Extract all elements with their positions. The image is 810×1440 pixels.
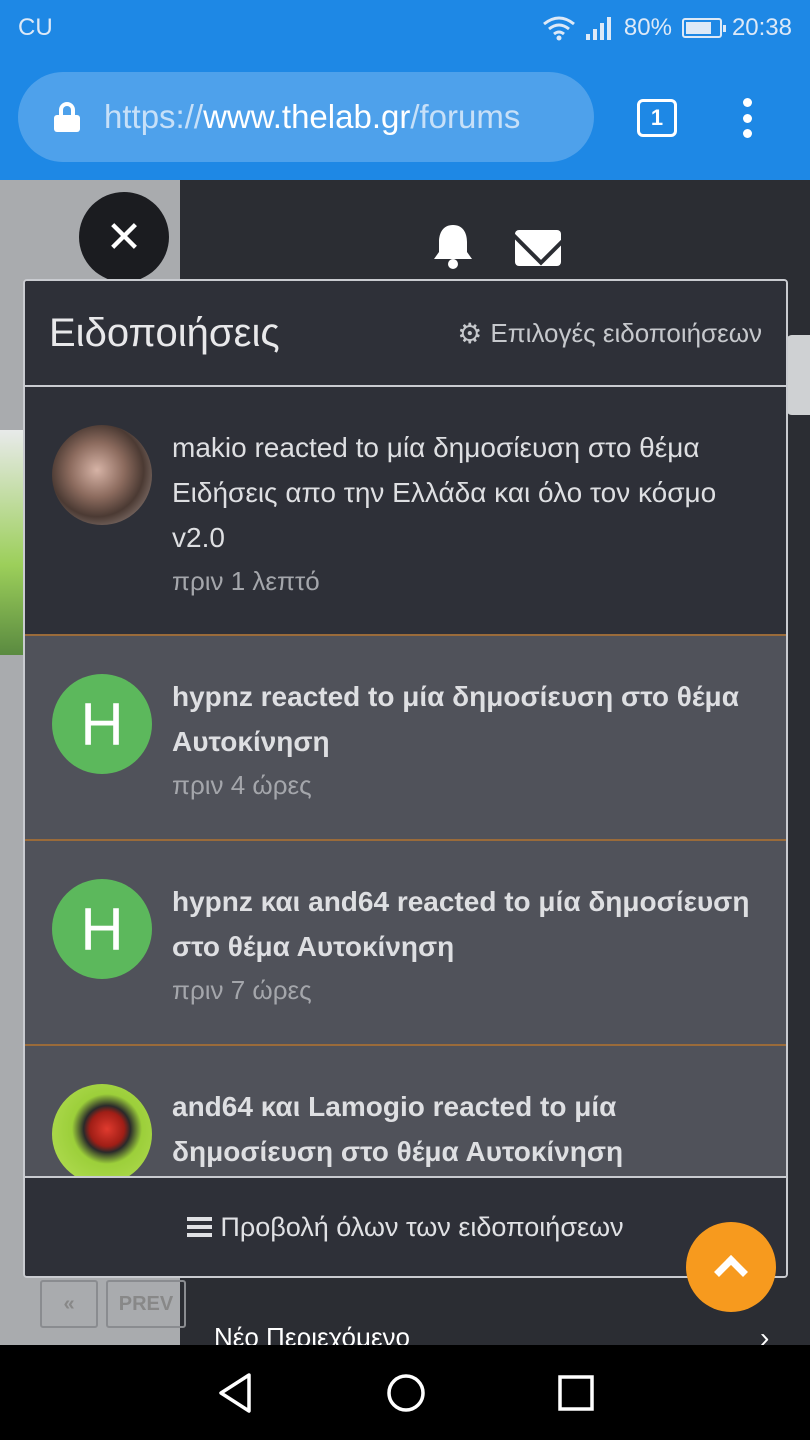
panel-title: Ειδοποιήσεις xyxy=(49,310,280,355)
right-content-edge xyxy=(786,335,810,415)
signal-icon xyxy=(585,17,611,40)
status-bar: CU 80% 20:38 xyxy=(0,0,810,56)
lock-icon xyxy=(54,102,80,132)
notification-options-link[interactable]: ⚙ Επιλογές ειδοποιήσεων xyxy=(457,317,762,350)
close-button[interactable]: ✕ xyxy=(79,192,169,282)
notification-time: πριν 4 ώρες xyxy=(172,770,312,800)
list-icon xyxy=(187,1217,213,1237)
home-icon[interactable] xyxy=(385,1372,427,1414)
wifi-icon xyxy=(542,16,575,41)
avatar xyxy=(52,1084,152,1176)
scroll-to-top-button[interactable] xyxy=(686,1222,776,1312)
browser-toolbar: https://www.thelab.gr/forums 1 xyxy=(0,56,810,180)
view-all-label: Προβολή όλων των ειδοποιήσεων xyxy=(220,1211,624,1242)
notification-item[interactable]: makio reacted to μία δημοσίευση στο θέμα… xyxy=(25,387,786,636)
recents-icon[interactable] xyxy=(557,1374,595,1412)
first-page-button[interactable]: « xyxy=(40,1280,98,1328)
avatar xyxy=(52,425,152,525)
back-icon[interactable] xyxy=(215,1371,255,1415)
chevron-up-icon xyxy=(714,1255,748,1289)
envelope-icon[interactable] xyxy=(515,230,561,266)
notification-item[interactable]: H hypnz reacted to μία δημοσίευση στο θέ… xyxy=(25,636,786,841)
url-bar[interactable]: https://www.thelab.gr/forums xyxy=(18,72,594,162)
notification-text: hypnz reacted to μία δημοσίευση στο θέμα… xyxy=(172,681,739,757)
notification-time: πριν 7 ώρες xyxy=(172,975,312,1005)
prev-page-button[interactable]: PREV xyxy=(106,1280,186,1328)
tab-switcher-button[interactable]: 1 xyxy=(637,99,677,137)
clock: 20:38 xyxy=(731,14,792,41)
notification-text: makio reacted to μία δημοσίευση στο θέμα… xyxy=(172,432,717,553)
notification-list: makio reacted to μία δημοσίευση στο θέμα… xyxy=(25,387,786,1176)
url-text: https://www.thelab.gr/forums xyxy=(104,98,521,135)
more-menu-icon[interactable] xyxy=(740,98,754,138)
view-all-notifications-link[interactable]: Προβολή όλων των ειδοποιήσεων xyxy=(25,1176,786,1276)
notification-item[interactable]: and64 και Lamogio reacted to μία δημοσίε… xyxy=(25,1046,786,1176)
pagination: « PREV xyxy=(40,1280,186,1328)
notification-text: and64 και Lamogio reacted to μία δημοσίε… xyxy=(172,1091,624,1167)
battery-icon xyxy=(681,18,726,38)
avatar: H xyxy=(52,674,152,774)
carrier-label: CU xyxy=(18,14,53,41)
panel-header: Ειδοποιήσεις ⚙ Επιλογές ειδοποιήσεων xyxy=(25,281,786,387)
notifications-panel: Ειδοποιήσεις ⚙ Επιλογές ειδοποιήσεων mak… xyxy=(23,279,788,1278)
bell-icon[interactable] xyxy=(431,222,475,270)
system-nav-bar xyxy=(0,1345,810,1440)
notification-options-label: Επιλογές ειδοποιήσεων xyxy=(490,317,762,348)
thumbnail-image xyxy=(0,430,24,655)
avatar: H xyxy=(52,879,152,979)
notification-time: πριν 1 λεπτό xyxy=(172,566,320,596)
notification-text: hypnz και and64 reacted to μία δημοσίευσ… xyxy=(172,886,750,962)
status-icons: 80% 20:38 xyxy=(542,14,792,42)
battery-percent: 80% xyxy=(623,14,672,41)
gear-icon: ⚙ xyxy=(457,317,483,349)
notification-item[interactable]: H hypnz και and64 reacted to μία δημοσίε… xyxy=(25,841,786,1046)
